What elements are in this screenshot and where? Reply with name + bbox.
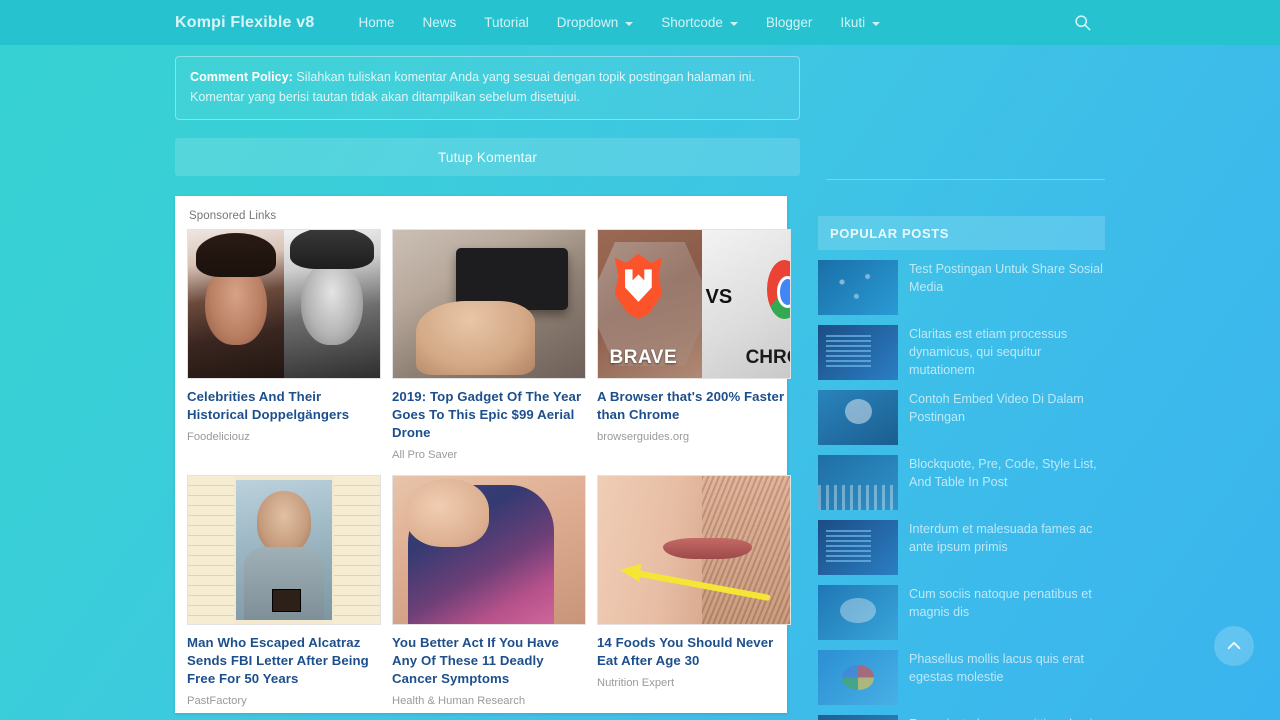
ad-card[interactable]: 2019: Top Gadget Of The Year Goes To Thi… — [392, 229, 586, 461]
popular-post-title[interactable]: Phasellus mollis lacus quis erat egestas… — [909, 650, 1105, 687]
aging-skin-thumb[interactable] — [597, 474, 791, 625]
person-video-thumb — [818, 390, 898, 445]
tech-thumb — [818, 325, 898, 380]
popular-posts-header: POPULAR POSTS — [818, 216, 1105, 250]
ad-card[interactable]: Celebrities And Their Historical Doppelg… — [187, 229, 381, 461]
ad-title[interactable]: You Better Act If You Have Any Of These … — [392, 634, 586, 688]
scroll-to-top-button[interactable] — [1214, 626, 1254, 666]
brave-vs-chrome-thumb[interactable]: BRAVE VS CHRO — [597, 229, 791, 380]
comment-policy-box: Comment Policy: Silahkan tuliskan koment… — [175, 56, 800, 121]
chevron-down-icon — [625, 21, 634, 26]
nav-label: Blogger — [765, 15, 813, 30]
site-brand[interactable]: Kompi Flexible v8 — [175, 14, 314, 32]
map-thumb — [818, 260, 898, 315]
lips-shape — [663, 538, 752, 559]
web-thumb — [818, 650, 898, 705]
ad-card[interactable]: 14 Foods You Should Never Eat After Age … — [597, 474, 791, 707]
chevron-down-icon — [872, 21, 881, 26]
brave-lion-icon — [614, 253, 663, 319]
nav-item-news[interactable]: News — [408, 0, 470, 45]
sponsored-links-label: Sponsored Links — [189, 210, 277, 223]
top-navbar: Kompi Flexible v8 Home News Tutorial Dro… — [0, 0, 1280, 45]
tech-thumb — [818, 520, 898, 575]
ad-title[interactable]: 2019: Top Gadget Of The Year Goes To Thi… — [392, 388, 586, 442]
ad-row-1: Celebrities And Their Historical Doppelg… — [187, 229, 791, 461]
nav-item-blogger[interactable]: Blogger — [752, 0, 827, 45]
list-item[interactable]: Interdum et malesuada fames ac ante ipsu… — [818, 520, 1105, 575]
list-item[interactable]: Test Postingan Untuk Share Sosial Media — [818, 260, 1105, 315]
ad-card[interactable]: BRAVE VS CHRO A Browser that's 200% Fast… — [597, 229, 791, 461]
ad-source: Nutrition Expert — [597, 676, 675, 689]
ad-source: PastFactory — [187, 694, 247, 707]
popular-post-title[interactable]: Test Postingan Untuk Share Sosial Media — [909, 260, 1105, 297]
sidebar-divider — [826, 179, 1105, 180]
ad-source: All Pro Saver — [392, 448, 458, 461]
alcatraz-mugshot-thumb[interactable] — [187, 474, 381, 625]
nav-item-tutorial[interactable]: Tutorial — [470, 0, 543, 45]
smartwatch-thumb — [818, 715, 898, 720]
ad-card[interactable]: You Better Act If You Have Any Of These … — [392, 474, 586, 707]
nav-item-dropdown[interactable]: Dropdown — [543, 0, 648, 45]
nav-item-ikuti[interactable]: Ikuti — [826, 0, 894, 45]
nav-label: Home — [358, 15, 395, 30]
popular-post-title[interactable]: Cum sociis natoque penatibus et magnis d… — [909, 585, 1105, 622]
chevron-up-icon — [1227, 641, 1241, 650]
nav-links: Home News Tutorial Dropdown Shortcode Bl… — [344, 0, 894, 45]
comment-policy-label: Comment Policy: — [190, 70, 293, 84]
popular-post-title[interactable]: Fusce justo lacus, sagittis vel enim vit… — [909, 715, 1105, 720]
media-thumb — [818, 585, 898, 640]
main-column: Comment Policy: Silahkan tuliskan koment… — [175, 45, 800, 720]
list-item[interactable]: Contoh Embed Video Di Dalam Postingan — [818, 390, 1105, 445]
close-comments-button[interactable]: Tutup Komentar — [175, 138, 800, 177]
ad-row-2: Man Who Escaped Alcatraz Sends FBI Lette… — [187, 474, 791, 707]
nav-label: News — [422, 15, 457, 30]
ad-title[interactable]: Man Who Escaped Alcatraz Sends FBI Lette… — [187, 634, 381, 688]
sidebar: POPULAR POSTS Test Postingan Untuk Share… — [818, 45, 1105, 720]
chrome-logo-icon — [767, 259, 790, 319]
vs-label: VS — [705, 286, 733, 309]
ad-title[interactable]: Celebrities And Their Historical Doppelg… — [187, 388, 381, 424]
ad-source: Health & Human Research — [392, 694, 526, 707]
sponsored-ads-box: Sponsored Links Celebrities And Their Hi… — [175, 196, 791, 713]
list-item[interactable]: Fusce justo lacus, sagittis vel enim vit… — [818, 715, 1105, 720]
page-body: Comment Policy: Silahkan tuliskan koment… — [0, 45, 1280, 720]
nav-label: Ikuti — [840, 15, 866, 30]
chrome-wordmark: CHRO — [745, 347, 790, 369]
list-item[interactable]: Blockquote, Pre, Code, Style List, And T… — [818, 455, 1105, 510]
yellow-arrow-annotation — [619, 563, 770, 601]
popular-post-title[interactable]: Contoh Embed Video Di Dalam Postingan — [909, 390, 1105, 427]
nav-label: Shortcode — [661, 15, 723, 30]
chevron-down-icon — [729, 21, 738, 26]
popular-post-title[interactable]: Claritas est etiam processus dynamicus, … — [909, 325, 1105, 380]
brave-wordmark: BRAVE — [609, 347, 678, 369]
list-item[interactable]: Cum sociis natoque penatibus et magnis d… — [818, 585, 1105, 640]
celebrity-doppelganger-thumb[interactable] — [187, 229, 381, 380]
popular-posts-list: Test Postingan Untuk Share Sosial Media … — [818, 260, 1105, 720]
crowd-thumb — [818, 455, 898, 510]
nav-label: Dropdown — [556, 15, 619, 30]
ad-title[interactable]: 14 Foods You Should Never Eat After Age … — [597, 634, 791, 670]
drone-in-hand-thumb[interactable] — [392, 229, 586, 380]
nav-item-home[interactable]: Home — [344, 0, 408, 45]
nav-item-shortcode[interactable]: Shortcode — [647, 0, 752, 45]
ad-source: browserguides.org — [597, 430, 690, 443]
search-icon[interactable] — [1065, 0, 1099, 45]
navbar-inner: Kompi Flexible v8 Home News Tutorial Dro… — [0, 0, 1280, 45]
popular-post-title[interactable]: Interdum et malesuada fames ac ante ipsu… — [909, 520, 1105, 557]
list-item[interactable]: Claritas est etiam processus dynamicus, … — [818, 325, 1105, 380]
ad-title[interactable]: A Browser that's 200% Faster than Chrome — [597, 388, 791, 424]
nav-label: Tutorial — [484, 15, 529, 30]
popular-post-title[interactable]: Blockquote, Pre, Code, Style List, And T… — [909, 455, 1105, 492]
list-item[interactable]: Phasellus mollis lacus quis erat egestas… — [818, 650, 1105, 705]
cancer-symptom-thumb[interactable] — [392, 474, 586, 625]
ad-card[interactable]: Man Who Escaped Alcatraz Sends FBI Lette… — [187, 474, 381, 707]
ad-source: Foodeliciouz — [187, 430, 250, 443]
